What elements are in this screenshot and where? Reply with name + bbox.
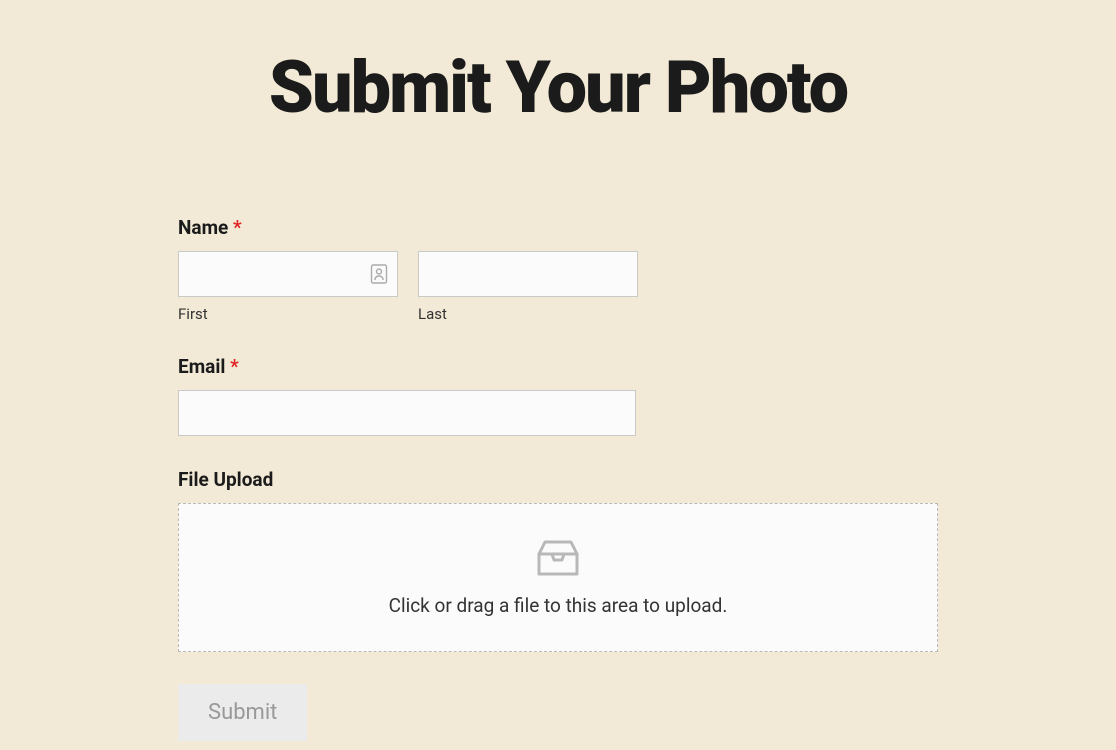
file-upload-field-group: File Upload Click or drag a file to this…	[178, 468, 938, 652]
name-required-asterisk: *	[233, 216, 242, 239]
file-upload-label: File Upload	[178, 468, 938, 491]
name-label-text: Name	[178, 216, 228, 239]
first-name-input[interactable]	[178, 251, 398, 297]
email-required-asterisk: *	[230, 355, 239, 378]
email-label: Email *	[178, 355, 938, 378]
submit-row: Submit	[178, 684, 938, 741]
first-name-column: First	[178, 251, 398, 323]
email-field-group: Email *	[178, 355, 938, 436]
email-label-text: Email	[178, 355, 225, 378]
email-input[interactable]	[178, 390, 636, 436]
page-title: Submit Your Photo	[178, 50, 938, 126]
name-field-group: Name * First	[178, 216, 938, 323]
last-name-sublabel: Last	[418, 305, 638, 323]
form-container: Submit Your Photo Name *	[178, 50, 938, 741]
file-upload-dropzone[interactable]: Click or drag a file to this area to upl…	[178, 503, 938, 652]
upload-box-icon	[535, 538, 581, 578]
last-name-input[interactable]	[418, 251, 638, 297]
first-name-sublabel: First	[178, 305, 398, 323]
page: Submit Your Photo Name *	[0, 0, 1116, 750]
submit-button[interactable]: Submit	[178, 684, 307, 741]
last-name-column: Last	[418, 251, 638, 323]
file-upload-hint: Click or drag a file to this area to upl…	[179, 594, 937, 617]
name-label: Name *	[178, 216, 938, 239]
first-name-input-wrap	[178, 251, 398, 297]
name-row: First Last	[178, 251, 938, 323]
